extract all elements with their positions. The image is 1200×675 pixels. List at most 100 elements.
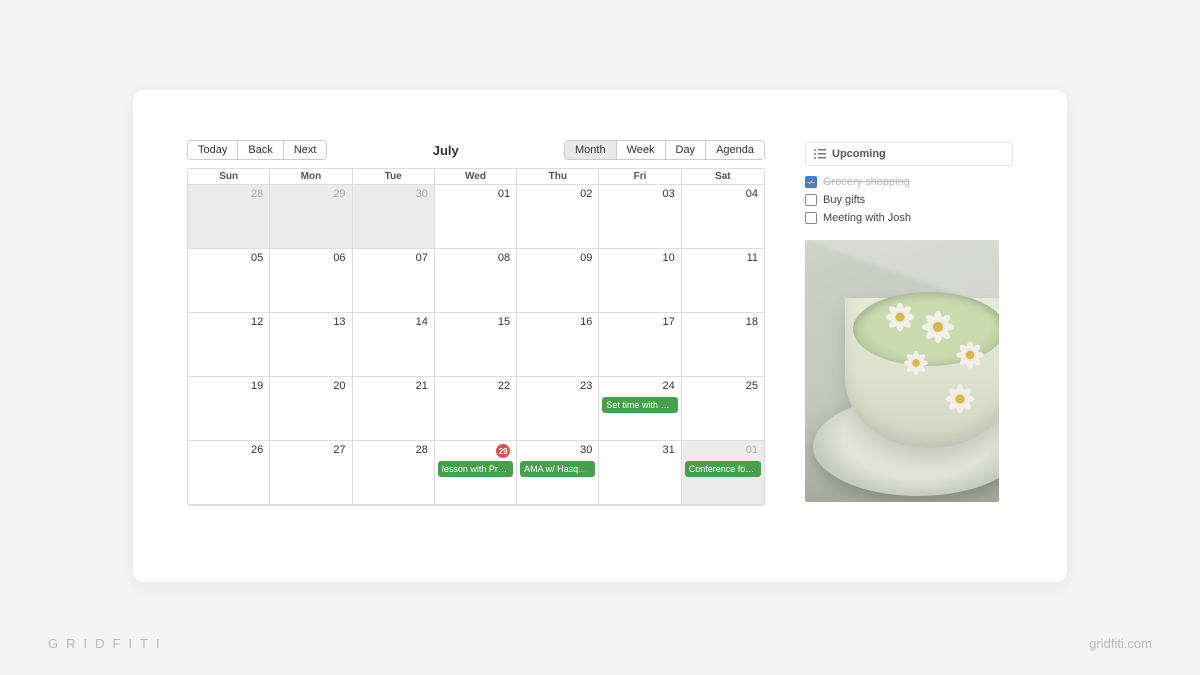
calendar-title: July	[433, 143, 459, 158]
day-number: 17	[662, 316, 674, 328]
day-number: 26	[251, 444, 263, 456]
weekday-label: Sun	[188, 169, 270, 185]
upcoming-header[interactable]: Upcoming	[805, 142, 1013, 166]
task-item[interactable]: Meeting with Josh	[805, 212, 1013, 224]
day-number: 01	[498, 188, 510, 200]
weekday-label: Tue	[353, 169, 435, 185]
calendar-cell[interactable]: 17	[599, 313, 681, 377]
today-badge: 29	[496, 444, 510, 458]
next-button[interactable]: Next	[284, 141, 327, 159]
calendar-cell[interactable]: 01 Conference for …	[682, 441, 764, 505]
task-item[interactable]: Buy gifts	[805, 194, 1013, 206]
calendar-cell[interactable]: 26	[188, 441, 270, 505]
calendar-event[interactable]: lesson with Prof…	[438, 461, 513, 477]
day-number: 20	[333, 380, 345, 392]
weekday-label: Sat	[682, 169, 764, 185]
nav-button-group: Today Back Next	[187, 140, 327, 160]
calendar-cell[interactable]: 03	[599, 185, 681, 249]
calendar-toolbar: Today Back Next July Month Week Day Agen…	[187, 138, 765, 162]
calendar-cell[interactable]: 21	[353, 377, 435, 441]
calendar-cell[interactable]: 19	[188, 377, 270, 441]
day-number: 29	[333, 188, 345, 200]
calendar-event[interactable]: Conference for …	[685, 461, 761, 477]
calendar-cell[interactable]: 13	[270, 313, 352, 377]
day-number: 25	[746, 380, 758, 392]
day-number: 15	[498, 316, 510, 328]
calendar-cell[interactable]: 01	[435, 185, 517, 249]
view-agenda-button[interactable]: Agenda	[706, 141, 764, 159]
calendar-cell[interactable]: 11	[682, 249, 764, 313]
calendar-cell[interactable]: 28	[353, 441, 435, 505]
task-label: Meeting with Josh	[823, 212, 911, 224]
day-number: 28	[416, 444, 428, 456]
view-day-button[interactable]: Day	[666, 141, 707, 159]
calendar-cell[interactable]: 20	[270, 377, 352, 441]
calendar-cell[interactable]: 06	[270, 249, 352, 313]
weekday-label: Mon	[270, 169, 352, 185]
task-label: Buy gifts	[823, 194, 865, 206]
day-number: 21	[416, 380, 428, 392]
day-number: 14	[416, 316, 428, 328]
upcoming-list: ✓ Grocery shopping Buy gifts Meeting with J…	[805, 176, 1013, 224]
view-week-button[interactable]: Week	[617, 141, 666, 159]
day-number: 09	[580, 252, 592, 264]
view-month-button[interactable]: Month	[565, 141, 617, 159]
checkbox-icon[interactable]	[805, 194, 817, 206]
calendar-cell[interactable]: 30AMA w/ Hasque…	[517, 441, 599, 505]
list-icon	[814, 149, 826, 159]
calendar-column: Today Back Next July Month Week Day Agen…	[187, 138, 765, 552]
day-number: 28	[251, 188, 263, 200]
day-number: 01	[746, 444, 758, 456]
day-number: 30	[416, 188, 428, 200]
calendar-cell[interactable]: 08	[435, 249, 517, 313]
calendar-event[interactable]: AMA w/ Hasque…	[520, 461, 595, 477]
back-button[interactable]: Back	[238, 141, 283, 159]
day-number: 22	[498, 380, 510, 392]
day-number: 31	[662, 444, 674, 456]
day-number: 08	[498, 252, 510, 264]
calendar-cell[interactable]: 12	[188, 313, 270, 377]
day-number: 27	[333, 444, 345, 456]
calendar-grid: SunMonTueWedThuFriSat 28 29 30 01 02 03 04 05 06…	[187, 168, 765, 506]
day-number: 06	[333, 252, 345, 264]
task-label: Grocery shopping	[823, 176, 910, 188]
day-number: 05	[251, 252, 263, 264]
calendar-cell[interactable]: 28	[188, 185, 270, 249]
calendar-cell[interactable]: 31	[599, 441, 681, 505]
calendar-cell[interactable]: 02	[517, 185, 599, 249]
calendar-event[interactable]: Set time with Li…	[602, 397, 677, 413]
calendar-cell[interactable]: 16	[517, 313, 599, 377]
checkbox-icon[interactable]: ✓	[805, 176, 817, 188]
checkbox-icon[interactable]	[805, 212, 817, 224]
calendar-cell[interactable]: 27	[270, 441, 352, 505]
weekday-label: Fri	[599, 169, 681, 185]
calendar-cell[interactable]: 09	[517, 249, 599, 313]
watermark-left: GRIDFITI	[48, 636, 168, 651]
weekday-label: Wed	[435, 169, 517, 185]
calendar-cell[interactable]: 05	[188, 249, 270, 313]
calendar-cell[interactable]: 29	[270, 185, 352, 249]
day-number: 23	[580, 380, 592, 392]
calendar-cell[interactable]: 23	[517, 377, 599, 441]
calendar-cell[interactable]: 15	[435, 313, 517, 377]
day-number: 10	[662, 252, 674, 264]
calendar-cell[interactable]: 04	[682, 185, 764, 249]
calendar-cell[interactable]: 24 Set time with Li…	[599, 377, 681, 441]
calendar-cell[interactable]: 30	[353, 185, 435, 249]
calendar-cell[interactable]: 25	[682, 377, 764, 441]
day-number: 04	[746, 188, 758, 200]
day-number: 03	[662, 188, 674, 200]
weekday-label: Thu	[517, 169, 599, 185]
day-number: 19	[251, 380, 263, 392]
calendar-cell[interactable]: 18	[682, 313, 764, 377]
calendar-cell[interactable]: 07	[353, 249, 435, 313]
today-button[interactable]: Today	[188, 141, 238, 159]
calendar-cell[interactable]: 22	[435, 377, 517, 441]
calendar-body: 28 29 30 01 02 03 04 05 06 07 08 09 10 11 1213 14 15 16 17…	[188, 185, 764, 505]
day-number: 24	[662, 380, 674, 392]
task-item[interactable]: ✓ Grocery shopping	[805, 176, 1013, 188]
calendar-cell[interactable]: 14	[353, 313, 435, 377]
calendar-cell[interactable]: 10	[599, 249, 681, 313]
day-number: 29	[496, 444, 510, 458]
calendar-cell[interactable]: 29 lesson with Prof…	[435, 441, 517, 505]
